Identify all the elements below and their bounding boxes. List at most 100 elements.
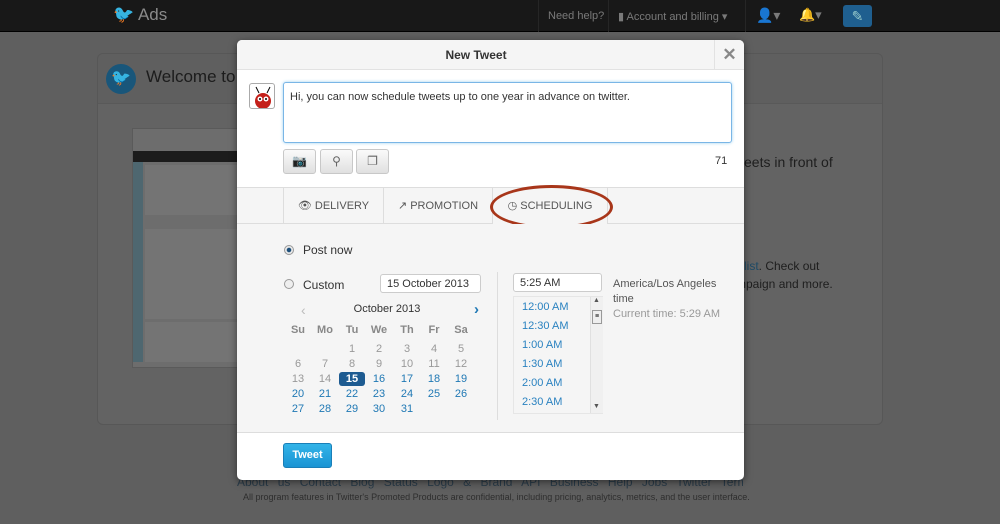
scheduling-panel: Post now Custom 15 October 2013 ‹ › Octo… [237,224,744,433]
time-option[interactable]: 2:00 AM [522,377,562,389]
briefcase-icon: ▮ [618,11,625,23]
highlight-ellipse [490,185,613,229]
calendar-day[interactable]: 14 [312,372,338,386]
location-icon[interactable]: ⚲ [320,149,353,174]
dialog-header: New Tweet ✕ [237,40,744,70]
calendar-day[interactable]: 30 [366,402,392,416]
calendar-day[interactable]: 10 [394,357,420,371]
timezone-label-2: time [613,293,634,305]
time-option[interactable]: 12:00 AM [522,301,568,313]
time-input[interactable]: 5:25 AM [513,273,602,292]
calendar-day[interactable]: 22 [339,387,365,401]
footer-note: All program features in Twitter's Promot… [243,492,750,502]
scroll-thumb[interactable]: ≡ [592,310,602,324]
calendar-month: October 2013 [353,303,421,315]
account-label: Account and billing [626,11,719,23]
calendar-day[interactable]: 24 [394,387,420,401]
camera-icon[interactable]: 📷 [283,149,316,174]
time-option[interactable]: 2:30 AM [522,396,562,408]
calendar-day[interactable]: 29 [339,402,365,416]
calendar-day[interactable]: 18 [421,372,447,386]
post-now-label[interactable]: Post now [303,243,352,257]
calendar-day[interactable]: 12 [448,357,474,371]
weekday-label: Th [400,324,414,336]
eye-icon: 👁 [297,200,312,212]
timezone-label: America/Los Angeles [613,278,717,290]
calendar-day[interactable]: 4 [421,342,447,356]
bg-text: list. Check out [744,259,819,273]
calendar-day[interactable]: 6 [285,357,311,371]
calendar-day[interactable]: 11 [421,357,447,371]
weekday-label: Su [290,324,306,336]
custom-label[interactable]: Custom [303,278,344,292]
avatar [249,83,275,109]
tab-label: PROMOTION [410,200,479,212]
calendar-day[interactable]: 9 [366,357,392,371]
custom-radio[interactable] [284,279,294,289]
calendar-day[interactable]: 20 [285,387,311,401]
tweet-button[interactable]: Tweet [283,443,332,468]
calendar-day[interactable]: 13 [285,372,311,386]
calendar-day[interactable]: 7 [312,357,338,371]
compose-icon[interactable]: ✎ [843,5,872,27]
calendar-day[interactable]: 8 [339,357,365,371]
bg-text: mpaign and more. [736,277,833,291]
weekday-label: Fr [428,324,440,336]
tweet-textarea[interactable]: Hi, you can now schedule tweets up to on… [283,82,732,143]
twitter-bird-icon: 🐦 [106,64,136,94]
time-list[interactable]: 12:00 AM 12:30 AM 1:00 AM 1:30 AM 2:00 AM 2:3… [513,296,603,414]
bg-text: eets in front of [744,154,833,170]
time-option[interactable]: 12:30 AM [522,320,568,332]
calendar-day[interactable]: 25 [421,387,447,401]
time-option[interactable]: 1:00 AM [522,339,562,351]
close-icon[interactable]: ✕ [714,40,744,70]
calendar-day[interactable]: 2 [366,342,392,356]
need-help-link[interactable]: Need help? [548,10,604,22]
post-now-radio[interactable] [284,245,294,255]
calendar-day[interactable]: 3 [394,342,420,356]
bg-link[interactable]: list [744,259,759,273]
calendar-day[interactable]: 19 [448,372,474,386]
calendar-day[interactable]: 15 [339,372,365,386]
new-tweet-dialog: New Tweet ✕ Hi, you can now schedule twe… [237,40,744,480]
current-time: Current time: 5:29 AM [613,308,720,320]
divider [538,0,539,32]
time-option[interactable]: 1:30 AM [522,358,562,370]
calendar-day[interactable]: 27 [285,402,311,416]
scroll-up-icon[interactable]: ▲ [593,297,600,304]
weekday-label: We [370,324,388,336]
media-icon[interactable]: ❐ [356,149,389,174]
weekday-label: Tu [345,324,359,336]
account-billing-menu[interactable]: ▮ Account and billing ▾ [618,10,727,23]
calendar-day[interactable]: 17 [394,372,420,386]
tab-promotion[interactable]: ↗ PROMOTION [383,188,492,224]
divider [608,0,609,32]
weekday-label: Sa [454,324,468,336]
calendar-day[interactable]: 1 [339,342,365,356]
date-input[interactable]: 15 October 2013 [380,274,481,293]
calendar-day[interactable]: 31 [394,402,420,416]
weekday-label: Mo [317,324,333,336]
calendar-day[interactable]: 28 [312,402,338,416]
calendar-day[interactable]: 5 [448,342,474,356]
tab-label: DELIVERY [314,200,370,212]
dialog-title: New Tweet [445,48,507,62]
ads-logo[interactable]: 🐦 Ads [113,5,167,25]
bg-text-part: . Check out [758,259,820,273]
bell-icon[interactable]: 🔔▾ [799,7,822,23]
welcome-title: Welcome to T [146,67,251,86]
brand-label: Ads [137,5,168,24]
twitter-preview-image [132,128,243,368]
calendar-day[interactable]: 16 [366,372,392,386]
calendar-day[interactable]: 21 [312,387,338,401]
calendar-day[interactable]: 23 [366,387,392,401]
scrollbar[interactable]: ▲ ≡ ▼ [590,297,603,413]
scroll-down-icon[interactable]: ▼ [593,403,600,410]
user-icon[interactable]: 👤▾ [756,7,780,24]
character-count: 71 [715,155,728,167]
tab-delivery[interactable]: 👁 DELIVERY [283,188,383,224]
divider [497,272,498,420]
divider [745,0,746,32]
calendar-day[interactable]: 26 [448,387,474,401]
arrow-icon: ↗ [397,200,408,212]
